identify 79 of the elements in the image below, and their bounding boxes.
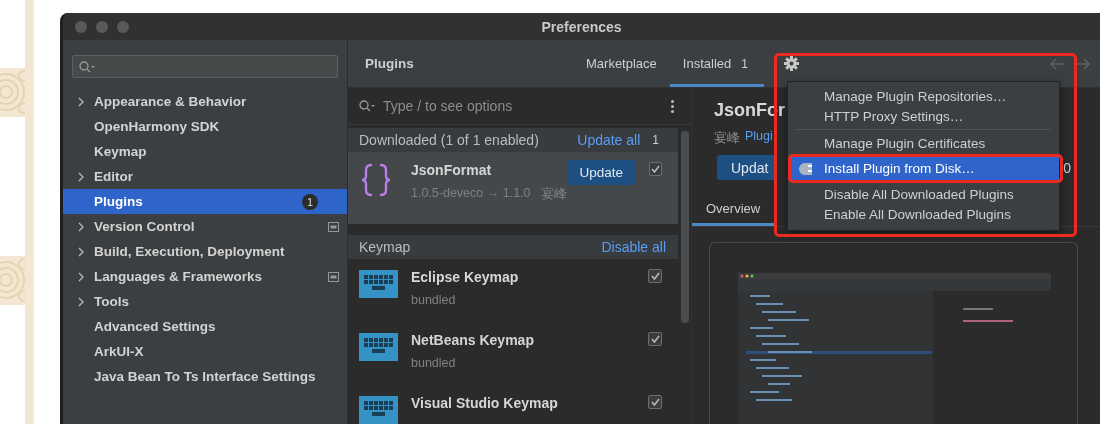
keyboard-icon — [359, 270, 398, 298]
pattern-drawing — [0, 68, 25, 117]
pattern-drawing — [0, 256, 25, 305]
menu-item[interactable]: Manage Plugin Repositories… — [788, 86, 1059, 106]
plugin-row[interactable]: Visual Studio Keymap — [348, 385, 678, 424]
checkbox[interactable] — [648, 395, 662, 409]
menu-item[interactable]: Disable All Downloaded Plugins — [788, 184, 1059, 204]
search-field[interactable] — [72, 55, 338, 78]
plugin-info: bundled — [411, 356, 456, 370]
keyboard-icon — [359, 396, 398, 424]
tab[interactable]: Marketplace — [573, 40, 670, 87]
section-action-link[interactable]: Disable all — [601, 239, 666, 255]
plugin-link[interactable]: Plugi — [745, 129, 773, 147]
sidebar-item[interactable]: Java Bean To Ts Interface Settings — [63, 364, 347, 389]
braces-icon — [361, 163, 391, 197]
keyboard-icon — [359, 333, 398, 361]
plug-icon — [799, 162, 813, 176]
checkbox[interactable] — [648, 332, 662, 346]
sidebar-item[interactable]: ArkUI-X — [63, 339, 347, 364]
sidebar-item[interactable]: Version Control — [63, 214, 347, 239]
search-icon — [359, 100, 375, 112]
check-icon — [650, 398, 660, 406]
sidebar-item[interactable]: Keymap — [63, 139, 347, 164]
plugin-name: JsonFormat — [411, 161, 493, 178]
menu-item[interactable]: Enable All Downloaded Plugins — [788, 204, 1059, 224]
update-count: 1 — [652, 133, 659, 147]
section-title: Downloaded (1 of 1 enabled) — [359, 132, 540, 148]
plugin-row[interactable]: NetBeans Keymap bundled — [348, 322, 678, 385]
forward-arrow-icon[interactable] — [1076, 57, 1090, 70]
plugin-info: 宴峰 — [540, 186, 567, 203]
panel-title: Plugins — [365, 56, 414, 71]
menu-item[interactable]: Manage Plugin Certificates — [788, 133, 1059, 153]
section-action-link[interactable]: Update all — [577, 132, 641, 148]
chevron-right-icon — [78, 246, 84, 257]
chevron-right-icon — [78, 296, 84, 307]
window-title: Preferences — [541, 18, 622, 35]
update-button[interactable]: Updat — [717, 155, 775, 180]
project-level-icon — [328, 221, 339, 232]
update-button[interactable]: Update — [566, 160, 637, 185]
scrollbar-thumb[interactable] — [681, 131, 689, 323]
plugin-info: bundled — [411, 293, 456, 307]
sidebar-item[interactable]: Build, Execution, Deployment — [63, 239, 347, 264]
menu-item[interactable]: HTTP Proxy Settings… — [788, 106, 1059, 126]
chevron-right-icon — [78, 96, 84, 107]
check-icon — [651, 165, 660, 173]
check-icon — [650, 272, 660, 280]
plugin-name: Visual Studio Keymap — [411, 394, 559, 411]
section-title: Keymap — [359, 239, 412, 255]
chevron-right-icon — [78, 171, 84, 182]
plugin-name: Eclipse Keymap — [411, 268, 520, 285]
plugin-row[interactable]: JsonFormat 1.0.5-deveco → 1.1.0 宴峰 Update — [348, 152, 678, 224]
sidebar-item[interactable]: OpenHarmony SDK — [63, 114, 347, 139]
window-control-icon[interactable] — [117, 20, 129, 33]
back-arrow-icon[interactable] — [1050, 57, 1064, 70]
chevron-right-icon — [78, 271, 84, 282]
sidebar-item[interactable]: Plugins 1 — [63, 189, 347, 214]
count-badge: 1 — [302, 193, 318, 210]
tab[interactable]: Overview — [692, 194, 775, 226]
checkbox[interactable] — [648, 269, 662, 283]
more-options-icon[interactable] — [671, 99, 674, 113]
plugin-info: 1.0.5-deveco → 1.1.0 — [411, 186, 531, 202]
checkbox[interactable] — [649, 162, 662, 176]
check-icon — [650, 335, 660, 343]
window-control-icon[interactable] — [75, 20, 87, 33]
sidebar-item[interactable]: Appearance & Behavior — [63, 89, 347, 114]
plugin-name: NetBeans Keymap — [411, 331, 535, 348]
project-level-icon — [328, 271, 339, 282]
plugin-row[interactable]: Eclipse Keymap bundled — [348, 259, 678, 322]
menu-item[interactable]: Install Plugin from Disk… — [788, 157, 1059, 180]
chevron-right-icon — [78, 221, 84, 232]
sidebar-item[interactable]: Languages & Frameworks — [63, 264, 347, 289]
search-icon — [79, 60, 95, 73]
sidebar-item[interactable]: Editor — [63, 164, 347, 189]
settings-icon[interactable] — [783, 56, 799, 71]
sidebar-item[interactable]: Tools — [63, 289, 347, 314]
window-control-icon[interactable] — [96, 20, 108, 33]
vendor-name: 宴峰 — [714, 129, 740, 147]
sidebar-item[interactable]: Advanced Settings — [63, 314, 347, 339]
version-text: 0 — [1063, 159, 1071, 176]
